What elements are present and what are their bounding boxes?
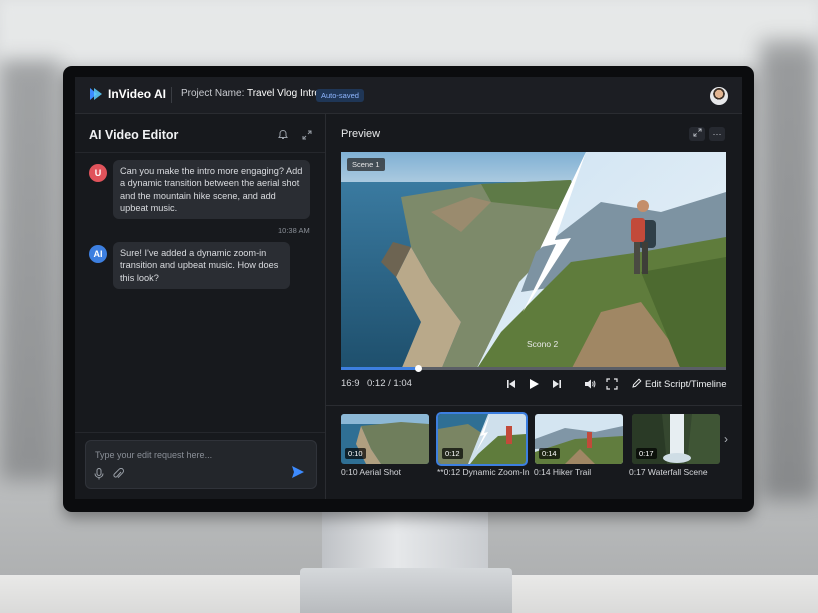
clip-label: 0:17 Waterfall Scene bbox=[629, 467, 708, 477]
clip-label: 0:10 Aerial Shot bbox=[341, 467, 402, 477]
project-title[interactable]: Travel Vlog Intro bbox=[247, 88, 320, 99]
scene-1-tag: Scene 1 bbox=[347, 158, 385, 171]
playback-controls: 16:9 0:12 / 1:04 Edit Script/Timeline bbox=[341, 378, 726, 392]
top-bar: InVideo AI Project Name: Travel Vlog Int… bbox=[75, 77, 742, 114]
chevron-right-icon[interactable]: › bbox=[724, 432, 728, 446]
timeline-clip[interactable]: 0:14 bbox=[535, 414, 623, 464]
playback-progress[interactable] bbox=[341, 365, 726, 372]
skip-back-icon[interactable] bbox=[505, 378, 517, 390]
scene-2-label: Scono 2 bbox=[527, 339, 559, 349]
ai-avatar-badge: AI bbox=[89, 245, 107, 263]
edit-request-input[interactable] bbox=[93, 447, 307, 463]
timeline-divider bbox=[326, 405, 742, 406]
expand-icon[interactable] bbox=[300, 129, 314, 143]
aspect-ratio[interactable]: 16:9 bbox=[341, 378, 360, 389]
microphone-icon[interactable] bbox=[94, 468, 104, 480]
user-message: Can you make the intro more engaging? Ad… bbox=[113, 160, 310, 220]
paperclip-icon[interactable] bbox=[113, 468, 124, 480]
monitor: InVideo AI Project Name: Travel Vlog Int… bbox=[63, 66, 754, 512]
video-frame-illustration bbox=[341, 152, 726, 370]
volume-icon[interactable] bbox=[584, 378, 596, 390]
project-name: Project Name: Travel Vlog Intro bbox=[181, 88, 320, 99]
play-icon[interactable] bbox=[528, 378, 540, 390]
timeline-clip[interactable]: 0:17 bbox=[632, 414, 720, 464]
more-icon[interactable]: ⋯ bbox=[709, 127, 725, 141]
clip-time-badge: 0:10 bbox=[345, 448, 366, 459]
skip-forward-icon[interactable] bbox=[551, 378, 563, 390]
clip-time-badge: 0:17 bbox=[636, 448, 657, 459]
chat-panel: AI Video Editor U Can you make the intro… bbox=[75, 114, 326, 499]
background-window bbox=[0, 0, 818, 60]
preview-panel: Preview ⋯ Scene 1 Scono 2 16:9 0:12 / 1:… bbox=[326, 114, 742, 499]
edit-script-label: Edit Script/Timeline bbox=[645, 379, 727, 390]
preview-title: Preview bbox=[341, 128, 381, 140]
clip-label: 0:14 Hiker Trail bbox=[534, 467, 592, 477]
ai-message: Sure! I've added a dynamic zoom-in trans… bbox=[113, 242, 290, 289]
background-furniture bbox=[760, 40, 818, 500]
autosave-badge: Auto-saved bbox=[316, 89, 364, 102]
monitor-stand-base bbox=[300, 568, 512, 613]
message-timestamp: 10:38 AM bbox=[278, 226, 310, 235]
clip-time-badge: 0:12 bbox=[442, 448, 463, 459]
project-label: Project Name: bbox=[181, 88, 245, 99]
invideo-logo-icon bbox=[90, 88, 102, 100]
send-icon[interactable] bbox=[292, 466, 304, 478]
user-avatar-badge: U bbox=[89, 164, 107, 182]
timeline-clip[interactable]: 0:10 bbox=[341, 414, 429, 464]
expand-icon[interactable] bbox=[689, 127, 705, 141]
progress-handle[interactable] bbox=[415, 365, 422, 372]
app-screen: InVideo AI Project Name: Travel Vlog Int… bbox=[75, 77, 742, 499]
pencil-icon bbox=[632, 378, 642, 388]
background-shelf bbox=[0, 60, 60, 480]
divider bbox=[171, 87, 172, 103]
progress-fill bbox=[341, 367, 418, 370]
clip-time-badge: 0:14 bbox=[539, 448, 560, 459]
app-logo[interactable]: InVideo AI bbox=[89, 87, 166, 101]
user-avatar[interactable] bbox=[710, 87, 728, 105]
input-divider bbox=[75, 432, 325, 433]
chat-input-box bbox=[85, 440, 317, 489]
panel-title: AI Video Editor bbox=[89, 128, 179, 142]
time-readout: 0:12 / 1:04 bbox=[367, 378, 412, 389]
video-preview[interactable]: Scene 1 Scono 2 bbox=[341, 152, 726, 370]
bell-icon[interactable] bbox=[276, 129, 290, 143]
timeline-clip-selected[interactable]: 0:12 bbox=[436, 412, 528, 466]
fullscreen-icon[interactable] bbox=[606, 378, 618, 390]
clip-label: **0:12 Dynamic Zoom-In bbox=[437, 467, 530, 477]
header-divider bbox=[75, 152, 325, 153]
app-name: InVideo AI bbox=[108, 87, 167, 101]
edit-script-button[interactable]: Edit Script/Timeline bbox=[632, 378, 726, 390]
